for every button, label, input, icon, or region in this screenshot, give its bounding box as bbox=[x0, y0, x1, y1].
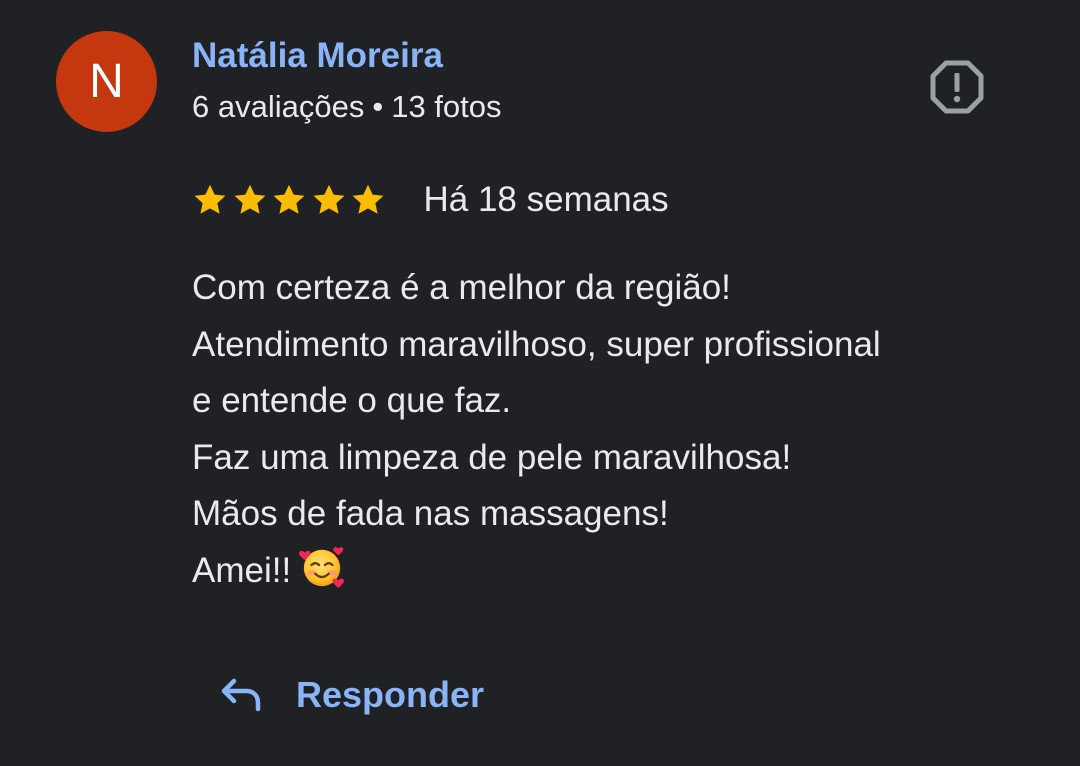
star-icon bbox=[313, 184, 344, 214]
author-name[interactable]: Natália Moreira bbox=[192, 36, 443, 76]
rating-row: Há 18 semanas bbox=[192, 176, 669, 224]
star-icon bbox=[234, 184, 265, 214]
avatar[interactable]: N bbox=[56, 31, 157, 132]
avatar-initial: N bbox=[89, 55, 124, 108]
reviews-count: 6 avaliações bbox=[192, 89, 365, 124]
meta-separator: • bbox=[372, 89, 384, 124]
star-icon bbox=[194, 184, 226, 214]
photos-count: 13 fotos bbox=[391, 89, 502, 124]
report-icon[interactable] bbox=[930, 60, 984, 114]
review-card: N Natália Moreira 6 avaliações • 13 fotos … bbox=[0, 0, 1080, 766]
smiling-face-with-hearts-icon bbox=[299, 546, 345, 588]
reply-button[interactable]: Responder bbox=[210, 664, 484, 726]
review-last-line: Amei!! bbox=[192, 543, 1062, 600]
review-line: Amei!! bbox=[192, 550, 292, 590]
review-line: Atendimento maravilhoso, super profissio… bbox=[192, 324, 881, 364]
author-meta: 6 avaliações • 13 fotos bbox=[192, 89, 502, 125]
review-line: Mãos de fada nas massagens! bbox=[192, 494, 669, 533]
reply-label: Responder bbox=[296, 674, 485, 715]
reply-arrow-icon bbox=[221, 678, 261, 712]
review-line: Com certeza é a melhor da região! bbox=[192, 268, 731, 307]
star-rating bbox=[192, 182, 390, 218]
star-icon bbox=[273, 184, 305, 214]
review-date: Há 18 semanas bbox=[423, 180, 669, 219]
review-line: Faz uma limpeza de pele maravilhosa! bbox=[192, 437, 792, 477]
review-line: e entende o que faz. bbox=[192, 381, 512, 420]
review-text: Com certeza é a melhor da região! Atendi… bbox=[192, 260, 1062, 599]
star-icon bbox=[352, 184, 384, 214]
